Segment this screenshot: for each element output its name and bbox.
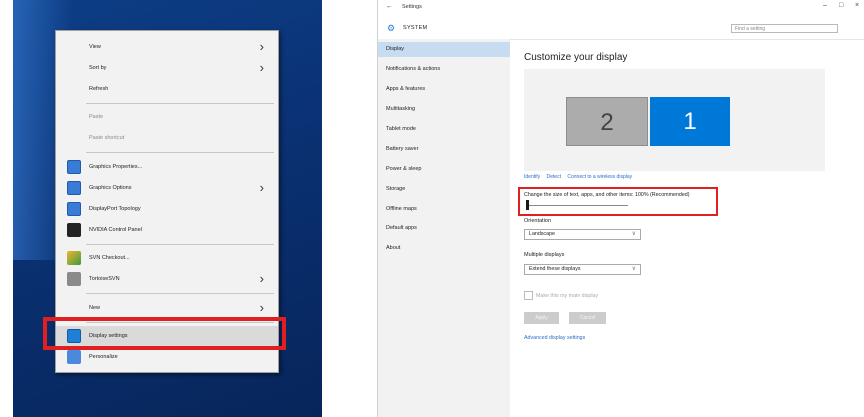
orientation-label: Orientation	[524, 218, 551, 224]
menu-item-sort-by[interactable]: Sort by ›	[56, 58, 278, 78]
sidebar-item-notifications[interactable]: Notifications & actions	[378, 62, 510, 77]
menu-item-personalize[interactable]: Personalize	[56, 347, 278, 367]
chevron-right-icon: ›	[259, 300, 264, 315]
tortoise-icon	[67, 272, 81, 286]
intel-graphics-icon	[67, 202, 81, 216]
chevron-right-icon: ›	[259, 180, 264, 195]
title-bar: ← Settings – □ ×	[378, 0, 864, 15]
multiple-displays-label: Multiple displays	[524, 252, 565, 258]
menu-item-view[interactable]: View ›	[56, 37, 278, 57]
chevron-down-icon: ∨	[631, 231, 636, 237]
checkbox-box	[524, 291, 533, 300]
close-icon[interactable]: ×	[855, 2, 859, 9]
settings-sidebar: Display Notifications & actions Apps & f…	[378, 39, 510, 417]
monitor-2[interactable]: 2	[566, 97, 648, 146]
wireless-display-link[interactable]: Connect to a wireless display	[567, 174, 632, 180]
chevron-right-icon: ›	[259, 271, 264, 286]
display-links: Identify Detect Connect to a wireless di…	[524, 174, 637, 180]
identify-link[interactable]: Identify	[524, 174, 540, 180]
sidebar-item-tablet-mode[interactable]: Tablet mode	[378, 122, 510, 137]
menu-item-displayport-topology[interactable]: DisplayPort Topology	[56, 199, 278, 219]
main-display-checkbox[interactable]: Make this my main display	[524, 291, 598, 300]
minimize-icon[interactable]: –	[823, 2, 827, 9]
back-arrow-icon[interactable]: ←	[386, 3, 393, 10]
section-title: SYSTEM	[403, 25, 428, 31]
multiple-displays-dropdown[interactable]: Extend these displays ∨	[524, 264, 641, 275]
monitor-1[interactable]: 1	[650, 97, 730, 146]
sidebar-item-default-apps[interactable]: Default apps	[378, 221, 510, 236]
cancel-button[interactable]: Cancel	[569, 312, 606, 324]
maximize-icon[interactable]: □	[839, 2, 843, 9]
sidebar-item-power-sleep[interactable]: Power & sleep	[378, 162, 510, 177]
monitor-arrangement: 2 1	[524, 69, 825, 171]
sidebar-item-multitasking[interactable]: Multitasking	[378, 102, 510, 117]
menu-separator	[86, 244, 274, 245]
menu-separator	[86, 293, 274, 294]
page-title: Customize your display	[524, 52, 628, 63]
chevron-right-icon: ›	[259, 60, 264, 75]
intel-graphics-icon	[67, 160, 81, 174]
menu-item-nvidia-control-panel[interactable]: NVIDIA Control Panel	[56, 220, 278, 240]
sidebar-item-offline-maps[interactable]: Offline maps	[378, 202, 510, 217]
sidebar-item-storage[interactable]: Storage	[378, 182, 510, 197]
sidebar-item-about[interactable]: About	[378, 241, 510, 256]
menu-item-graphics-properties[interactable]: Graphics Properties...	[56, 157, 278, 177]
settings-header: ⚙ SYSTEM Find a setting	[378, 15, 864, 40]
svn-checkout-icon	[67, 251, 81, 265]
orientation-dropdown[interactable]: Landscape ∨	[524, 229, 641, 240]
nvidia-icon	[67, 223, 81, 237]
personalize-icon	[67, 350, 81, 364]
menu-item-refresh[interactable]: Refresh	[56, 79, 278, 99]
menu-item-graphics-options[interactable]: Graphics Options ›	[56, 178, 278, 198]
menu-separator	[86, 152, 274, 153]
sidebar-item-battery-saver[interactable]: Battery saver	[378, 142, 510, 157]
intel-graphics-icon	[67, 181, 81, 195]
menu-item-svn-checkout[interactable]: SVN Checkout...	[56, 248, 278, 268]
detect-link[interactable]: Detect	[547, 174, 561, 180]
menu-item-paste-shortcut[interactable]: Paste shortcut	[56, 128, 278, 148]
highlight-box	[43, 317, 286, 350]
window-title: Settings	[402, 4, 422, 10]
advanced-display-settings-link[interactable]: Advanced display settings	[524, 335, 585, 341]
desktop-background: View › Sort by › Refresh Paste Paste short…	[13, 0, 322, 417]
sidebar-item-apps-features[interactable]: Apps & features	[378, 82, 510, 97]
menu-separator	[86, 103, 274, 104]
gear-icon: ⚙	[387, 23, 396, 33]
apply-button[interactable]: Apply	[524, 312, 559, 324]
chevron-down-icon: ∨	[631, 266, 636, 272]
settings-window: ← Settings – □ × ⚙ SYSTEM Find a setting…	[377, 0, 864, 417]
menu-item-paste[interactable]: Paste	[56, 107, 278, 127]
sidebar-item-display[interactable]: Display	[378, 42, 510, 57]
display-settings-content: Customize your display 2 1 Identify Dete…	[518, 39, 854, 417]
menu-item-new[interactable]: New ›	[56, 298, 278, 318]
search-input[interactable]: Find a setting	[731, 24, 838, 33]
chevron-right-icon: ›	[259, 39, 264, 54]
menu-item-tortoisesvn[interactable]: TortoiseSVN ›	[56, 269, 278, 289]
highlight-box	[518, 187, 718, 216]
